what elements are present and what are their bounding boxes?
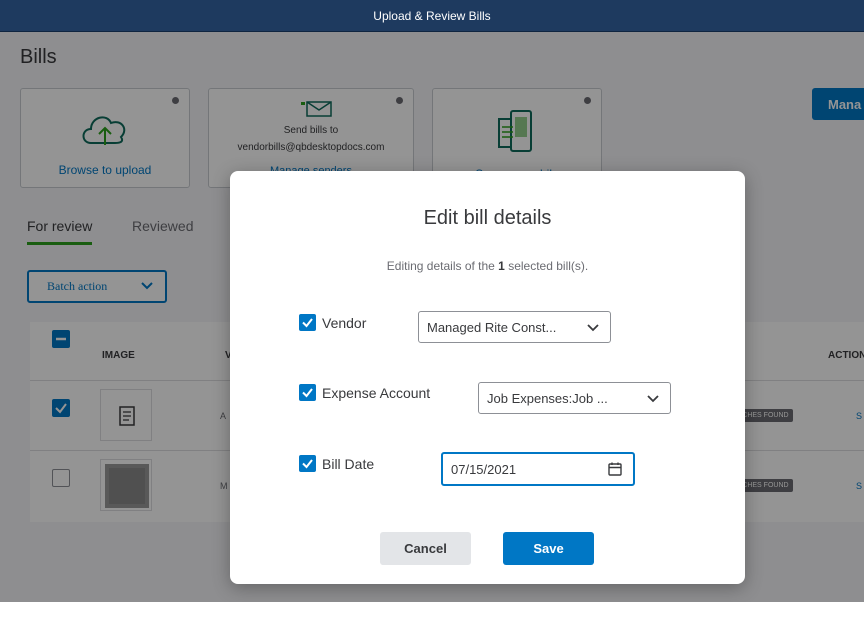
chevron-down-icon: [587, 324, 599, 332]
chevron-down-icon: [647, 395, 659, 403]
expense-account-select[interactable]: Job Expenses:Job ...: [478, 382, 671, 414]
expense-account-checkbox[interactable]: [299, 384, 316, 401]
window-title-bar: Upload & Review Bills: [0, 0, 864, 32]
edit-bill-details-dialog: Edit bill details Editing details of the…: [230, 171, 745, 584]
calendar-icon[interactable]: [607, 461, 623, 477]
expense-account-label: Expense Account: [322, 385, 431, 401]
vendor-checkbox[interactable]: [299, 314, 316, 331]
expense-account-value: Job Expenses:Job ...: [487, 391, 608, 406]
bill-date-value: 07/15/2021: [451, 462, 517, 477]
cancel-button[interactable]: Cancel: [380, 532, 471, 565]
subtitle-suffix: selected bill(s).: [504, 259, 589, 273]
save-button[interactable]: Save: [503, 532, 594, 565]
vendor-select[interactable]: Managed Rite Const...: [418, 311, 611, 343]
bill-date-checkbox[interactable]: [299, 455, 316, 472]
vendor-value: Managed Rite Const...: [427, 320, 557, 335]
dialog-title: Edit bill details: [423, 207, 552, 229]
window-bottom-edge: [0, 602, 864, 618]
dialog-subtitle: Editing details of the 1 selected bill(s…: [230, 259, 745, 273]
selected-count: 1: [498, 259, 505, 273]
vendor-label: Vendor: [322, 315, 367, 331]
window-title: Upload & Review Bills: [373, 8, 491, 23]
bill-date-label: Bill Date: [322, 456, 375, 472]
subtitle-prefix: Editing details of the: [386, 259, 499, 273]
bill-date-input[interactable]: 07/15/2021: [441, 452, 635, 486]
